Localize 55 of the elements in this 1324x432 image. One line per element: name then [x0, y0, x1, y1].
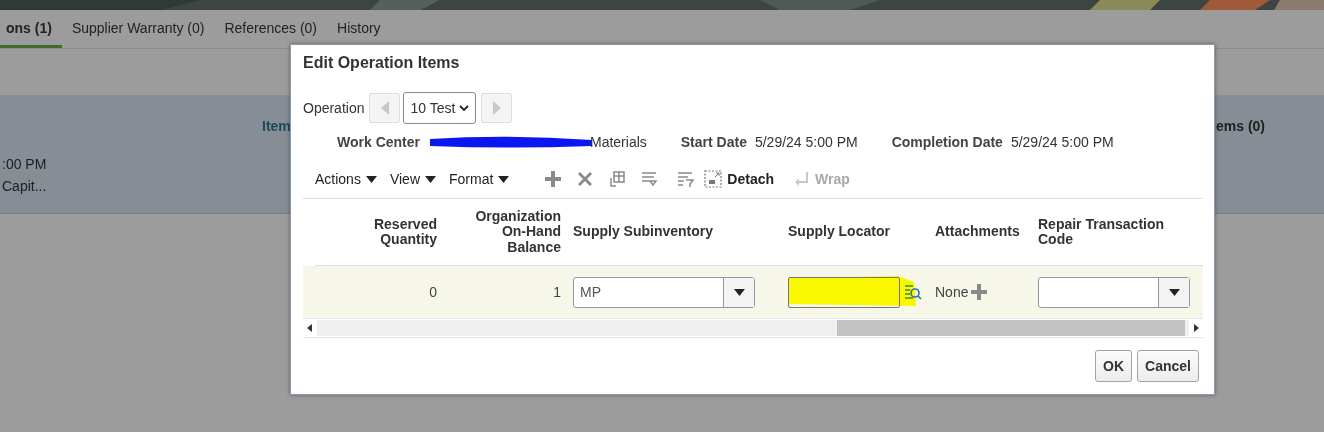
info-label: Work Center: [337, 134, 420, 150]
filter-icon: [676, 170, 695, 188]
caret-icon: [365, 175, 377, 183]
attachments-value: None: [935, 284, 969, 300]
wrap-rows-button[interactable]: [640, 170, 659, 188]
detach-icon: [704, 170, 723, 188]
delete-button[interactable]: [576, 170, 595, 188]
select-field[interactable]: MP: [573, 276, 755, 308]
scrollbar-thumb[interactable]: [837, 320, 1185, 336]
dropdown-icon: [1168, 288, 1180, 296]
menu-button[interactable]: Actions: [315, 171, 377, 187]
operation-label: Operation: [303, 100, 365, 116]
add-button[interactable]: [544, 170, 563, 188]
panel-text: Capit...: [2, 178, 47, 194]
menu-button[interactable]: Format: [449, 171, 510, 187]
dropdown-icon: [733, 288, 745, 296]
select-field[interactable]: [1038, 276, 1190, 308]
info-value: 5/29/24 5:00 PM: [754, 134, 858, 150]
info-label: Start Date: [680, 134, 747, 150]
operation-select[interactable]: 10 Test: [403, 92, 477, 124]
table-row[interactable]: 0 1 MP None: [303, 266, 1203, 319]
wrap-rows-icon: [640, 170, 659, 188]
tab[interactable]: References (0): [214, 10, 327, 48]
table-cell-text: 0: [428, 283, 438, 302]
tab[interactable]: ons (1): [0, 10, 62, 48]
table-cell-text: 1: [552, 283, 562, 302]
previous-icon: [381, 101, 389, 115]
input-field[interactable]: [788, 276, 900, 308]
info-value: 5/29/24 5:00 PM: [1010, 134, 1114, 150]
delete-icon: [576, 170, 595, 188]
dialog-button[interactable]: Cancel: [1137, 350, 1199, 382]
caret-icon: [498, 175, 510, 183]
panel-heading: ems (0): [1216, 118, 1266, 134]
add-icon[interactable]: [970, 283, 989, 301]
info-value: Materials: [590, 134, 647, 150]
menu-button[interactable]: View: [389, 171, 436, 187]
horizontal-scrollbar[interactable]: [303, 319, 1203, 338]
filter-button[interactable]: [676, 170, 695, 188]
dialog-title: Edit Operation Items: [303, 54, 461, 73]
search-icon[interactable]: [904, 283, 922, 301]
info-label: Completion Date: [891, 134, 1003, 150]
tab[interactable]: Supplier Warranty (0): [61, 10, 215, 48]
freeze-columns-button[interactable]: [608, 170, 627, 188]
select-value: MP: [580, 284, 601, 300]
dialog-button[interactable]: OK: [1095, 350, 1133, 382]
panel-heading: Item: [262, 118, 292, 134]
next-icon: [492, 101, 501, 115]
freeze-columns-icon: [608, 170, 627, 188]
add-icon: [544, 170, 563, 188]
chevron-icon: [459, 104, 470, 112]
detach-button[interactable]: Detach: [704, 170, 775, 188]
caret-icon: [425, 175, 436, 183]
return-arrow-icon: [794, 171, 811, 187]
tab[interactable]: History: [327, 10, 391, 48]
panel-text: :00 PM: [2, 156, 47, 172]
